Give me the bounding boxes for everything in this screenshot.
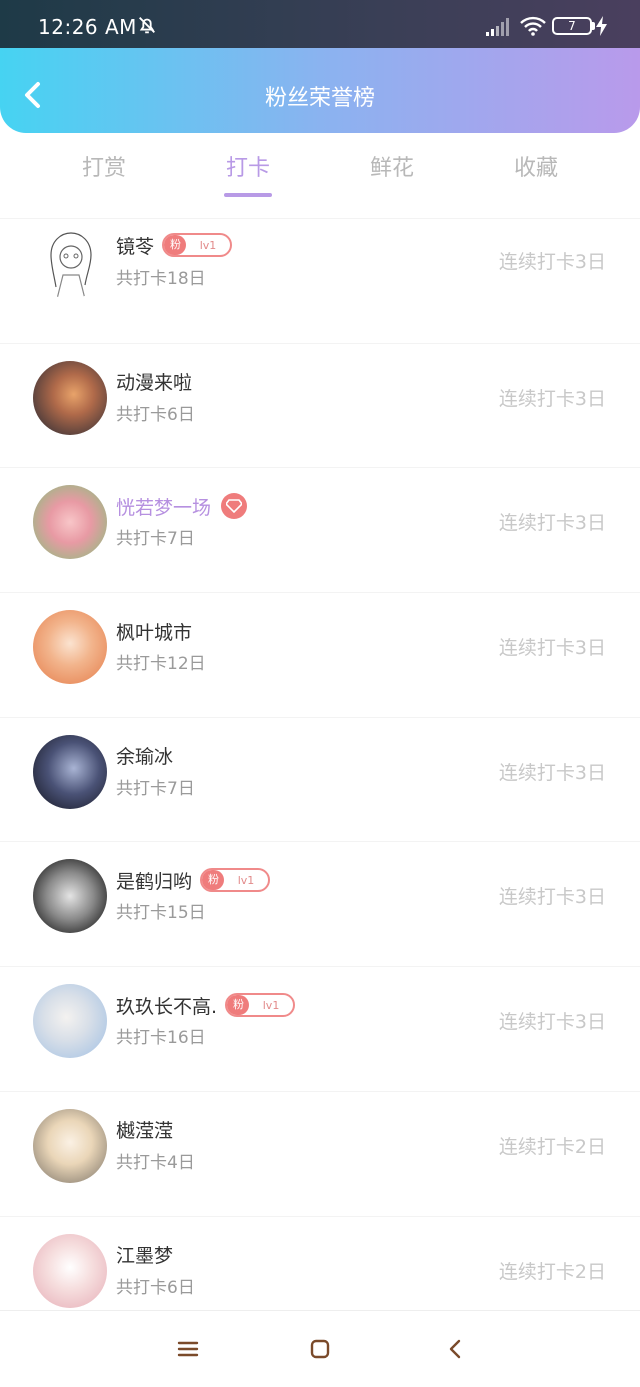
list-item[interactable]: 恍若梦一场 共打卡7日 连续打卡3日 [0,467,640,592]
list-item[interactable]: 动漫来啦 共打卡6日 连续打卡3日 [0,342,640,468]
streak-checkins: 连续打卡3日 [498,512,606,535]
system-nav-bar [0,1310,640,1387]
diamond-badge [221,493,248,520]
total-checkins: 共打卡7日 [116,778,195,799]
fan-tag: 粉 [164,235,187,255]
signal-icon [486,18,509,36]
fan-level-badge: 粉 lv1 [162,233,233,257]
avatar[interactable] [33,360,107,435]
back-triangle-icon[interactable] [443,1337,467,1361]
fan-name: 樾滢滢 [116,1120,174,1143]
page-title: 粉丝荣誉榜 [264,86,375,111]
avatar[interactable] [33,485,107,560]
active-tab-indicator [224,193,272,197]
streak-checkins: 连续打卡3日 [498,886,606,909]
tab-checkin-label: 打卡 [225,156,270,181]
fan-name: 枫叶城市 [116,621,193,644]
fan-level: lv1 [199,238,217,252]
list-item[interactable]: 是鹤归哟 粉 lv1 共打卡15日 连续打卡3日 [0,841,640,966]
tab-bar: 打赏 打卡 鲜花 收藏 [0,150,640,200]
fan-tag: 粉 [227,995,250,1016]
tab-checkin[interactable]: 打卡 [198,150,298,197]
avatar[interactable] [33,859,107,934]
total-checkins: 共打卡18日 [116,269,206,289]
status-time: 12:26 AM [38,15,137,39]
list-item[interactable]: 余瑜冰 共打卡7日 连续打卡3日 [0,716,640,842]
total-checkins: 共打卡6日 [116,404,195,425]
fan-level: lv1 [237,873,255,887]
fan-level-badge: 粉 lv1 [200,868,271,893]
total-checkins: 共打卡16日 [116,1028,206,1049]
fan-name: 是鹤归哟 [116,870,193,893]
avatar[interactable] [33,225,107,299]
fan-list: 镜苓 粉 lv1 共打卡18日 连续打卡3日 动漫来啦 共打卡6日 连续打卡3日… [0,218,640,1340]
total-checkins: 共打卡12日 [116,654,206,675]
total-checkins: 共打卡6日 [116,1277,195,1298]
fan-name: 玖玖长不高. [116,995,218,1018]
avatar[interactable] [33,984,107,1059]
battery-icon: 7 [552,17,592,35]
streak-checkins: 连续打卡3日 [498,1011,606,1034]
streak-checkins: 连续打卡3日 [498,251,606,273]
charging-icon [596,16,607,36]
fan-name: 动漫来啦 [116,372,193,395]
fan-name: 江墨梦 [116,1245,174,1267]
avatar[interactable] [33,1233,107,1308]
streak-checkins: 连续打卡2日 [498,1260,606,1283]
fan-level: lv1 [262,998,280,1012]
list-item[interactable]: 枫叶城市 共打卡12日 连续打卡3日 [0,592,640,717]
sketch-girl-avatar-icon [33,225,107,299]
list-item[interactable]: 樾滢滢 共打卡4日 连续打卡2日 [0,1090,640,1216]
home-square-icon[interactable] [308,1337,332,1361]
fan-name: 恍若梦一场 [116,496,212,519]
wifi-icon [520,16,546,36]
total-checkins: 共打卡7日 [116,529,195,550]
menu-icon[interactable] [176,1337,200,1361]
total-checkins: 共打卡15日 [116,903,206,924]
list-item[interactable]: 镜苓 粉 lv1 共打卡18日 连续打卡3日 [0,218,640,343]
tab-favorites[interactable]: 收藏 [486,150,586,182]
avatar[interactable] [33,1108,107,1183]
fan-tag: 粉 [202,870,225,891]
fan-name: 余瑜冰 [116,746,174,769]
diamond-icon [226,499,243,514]
total-checkins: 共打卡4日 [116,1152,195,1173]
streak-checkins: 连续打卡3日 [498,637,606,660]
tab-flowers[interactable]: 鲜花 [342,150,442,182]
avatar[interactable] [33,734,107,809]
streak-checkins: 连续打卡2日 [498,1135,606,1158]
fan-level-badge: 粉 lv1 [225,993,296,1018]
tab-reward[interactable]: 打赏 [54,150,154,182]
fan-name: 镜苓 [116,235,155,258]
list-item[interactable]: 玖玖长不高. 粉 lv1 共打卡16日 连续打卡3日 [0,966,640,1091]
status-bar: 12:26 AM 7 [0,0,640,48]
streak-checkins: 连续打卡3日 [498,761,606,784]
streak-checkins: 连续打卡3日 [498,387,606,410]
avatar[interactable] [33,610,107,685]
bell-off-icon [139,17,155,34]
